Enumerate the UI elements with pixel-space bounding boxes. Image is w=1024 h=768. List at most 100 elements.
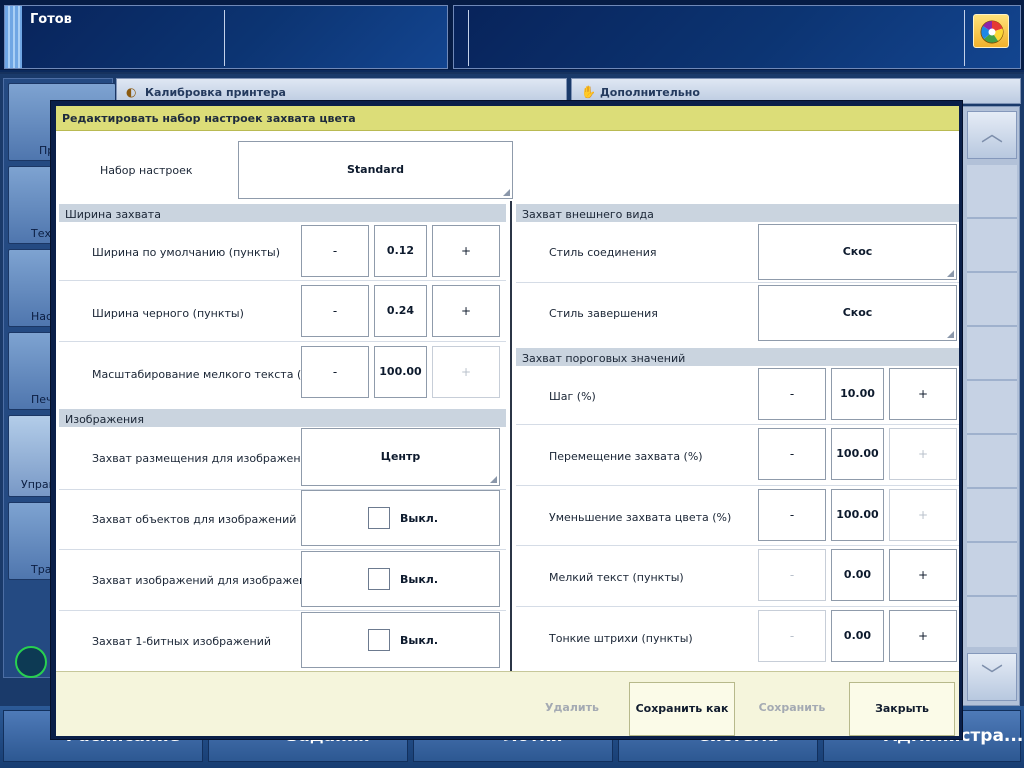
clock-icon [15,646,47,678]
increment-button[interactable]: + [889,549,957,601]
end-style-value: Скос [842,306,873,319]
end-style-select[interactable]: Скос [758,285,957,341]
status-panel: Готов [4,5,448,69]
row-label: Стиль соединения [549,246,657,259]
row-divider [516,485,959,486]
checkbox[interactable] [368,629,390,651]
decrement-button[interactable]: - [758,368,826,420]
decrement-label: - [332,244,338,258]
nav-item-label: Нас [31,310,53,323]
value-field[interactable]: 10.00 [831,368,884,420]
decrement-label: - [789,447,795,461]
decrement-label: - [789,508,795,522]
decrement-button[interactable]: - [301,225,369,277]
value-field[interactable]: 0.12 [374,225,427,277]
increment-button[interactable]: + [889,489,957,541]
increment-label: + [917,629,929,643]
dialog-content: Редактировать набор настроек захвата цве… [56,106,959,736]
decrement-label: - [789,568,795,582]
preset-value: Standard [346,163,405,176]
placement-select[interactable]: Центр [301,428,500,486]
decrement-button[interactable]: - [758,489,826,541]
row-label: Захват объектов для изображений [92,513,297,526]
value-field[interactable]: 0.00 [831,610,884,662]
status-text: Готов [30,12,72,27]
row-label: Ширина по умолчанию (пункты) [92,246,281,259]
row-divider [59,549,506,550]
row-label: Захват размещения для изображений [92,452,315,465]
nav-item-label: Тра [31,563,52,576]
decrement-button[interactable]: - [758,610,826,662]
increment-button[interactable]: + [432,285,500,337]
value-field[interactable]: 100.00 [831,489,884,541]
value-field[interactable]: 0.00 [831,549,884,601]
increment-button[interactable]: + [432,346,500,398]
toggle-state: Выкл. [400,512,439,525]
increment-button[interactable]: + [889,610,957,662]
resize-corner-icon [490,476,497,483]
row-label: Перемещение захвата (%) [549,450,703,463]
info-panel [453,5,1021,69]
decrement-button[interactable]: - [301,346,369,398]
value-field[interactable]: 0.24 [374,285,427,337]
value-field[interactable]: 100.00 [374,346,427,398]
color-wheel-icon [980,20,1004,44]
checkbox[interactable] [368,507,390,529]
increment-button[interactable]: + [432,225,500,277]
join-style-value: Скос [842,245,873,258]
row-divider [59,280,506,281]
increment-button[interactable]: + [889,428,957,480]
chevron-up-icon: ︿ [980,122,1003,147]
scroll-down-button[interactable]: ﹀ [967,653,1017,701]
scroll-track[interactable] [967,165,1017,647]
decrement-button[interactable]: - [758,428,826,480]
join-style-select[interactable]: Скос [758,224,957,280]
decrement-button[interactable]: - [758,549,826,601]
increment-label: + [917,387,929,401]
color-wheel-button[interactable] [973,14,1009,48]
status-divider [224,10,225,66]
row-label: Стиль завершения [549,307,658,320]
row-label: Тонкие штрихи (пункты) [549,632,693,645]
increment-button[interactable]: + [889,368,957,420]
toggle-state: Выкл. [400,634,439,647]
decrement-label: - [332,365,338,379]
row-label: Захват изображений для изображений [92,574,321,587]
dialog-body: Набор настроек Standard Ширина захвата Ш… [56,132,959,671]
row-label: Ширина черного (пункты) [92,307,244,320]
delete-button[interactable]: Удалить [522,682,622,736]
row-label: Уменьшение захвата цвета (%) [549,511,732,524]
info-divider [468,10,469,66]
preset-select[interactable]: Standard [238,141,513,199]
row-divider [516,282,959,283]
increment-label: + [460,304,472,318]
decrement-label: - [789,629,795,643]
row-label: Шаг (%) [549,390,596,403]
section-header-appearance: Захват внешнего вида [516,204,959,222]
decrement-label: - [332,304,338,318]
row-divider [516,424,959,425]
row-divider [59,341,506,342]
chevron-down-icon: ﹀ [980,664,1003,689]
dialog-title: Редактировать набор настроек захвата цве… [56,106,959,131]
trap-preset-dialog: Редактировать набор настроек захвата цве… [50,100,963,740]
save-button[interactable]: Сохранить [740,682,844,736]
increment-label: + [460,365,472,379]
value-field[interactable]: 100.00 [831,428,884,480]
row-label: Захват 1-битных изображений [92,635,272,648]
close-button[interactable]: Закрыть [849,682,955,736]
row-label: Мелкий текст (пункты) [549,571,684,584]
toggle-1bit-trap[interactable]: Выкл. [301,612,500,668]
decrement-button[interactable]: - [301,285,369,337]
toggle-state: Выкл. [400,573,439,586]
save-as-button[interactable]: Сохранить как [629,682,735,736]
dialog-footer: Удалить Сохранить как Сохранить Закрыть [56,671,959,736]
checkbox[interactable] [368,568,390,590]
scroll-up-button[interactable]: ︿ [967,111,1017,159]
increment-label: + [917,508,929,522]
increment-label: + [917,447,929,461]
row-divider [516,606,959,607]
toggle-object-trap[interactable]: Выкл. [301,490,500,546]
resize-corner-icon [947,331,954,338]
toggle-image-trap[interactable]: Выкл. [301,551,500,607]
